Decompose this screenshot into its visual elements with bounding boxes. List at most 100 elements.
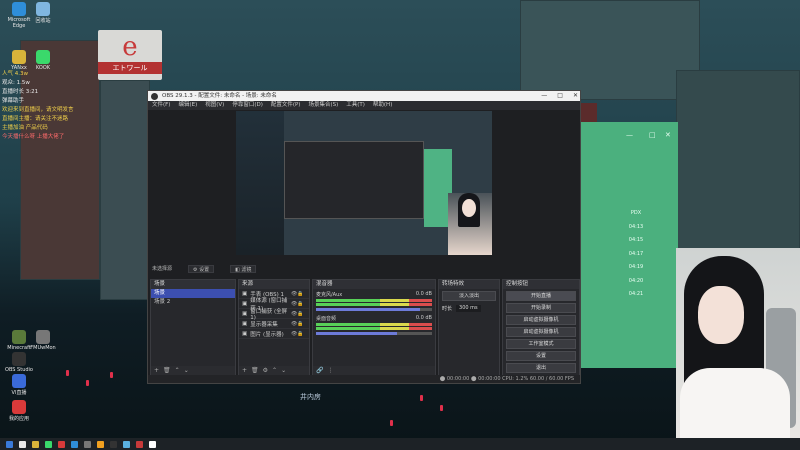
green-side-panel: — □ ✕ PDX 04:13 04:15 04:17 04:19 04:20 04:21 <box>581 122 678 368</box>
volume-meter <box>316 299 432 302</box>
sources-header: 来源 <box>239 280 309 289</box>
duration-input[interactable]: 300 ms <box>456 305 481 312</box>
eye-icon[interactable]: 👁🔒 <box>291 291 309 297</box>
menu-item[interactable]: 停靠窗口(D) <box>232 101 263 110</box>
app-icon <box>12 400 26 414</box>
maximize-icon[interactable]: □ <box>557 91 563 101</box>
channel-db: 0.0 dB <box>415 291 432 297</box>
desktop-icon-label: OBS Studio <box>5 367 33 373</box>
webcam-overlay <box>676 248 800 438</box>
add-icon[interactable]: + <box>154 367 163 374</box>
scenes-dock: 场景 场景 场景 2 +🗑⌃⌄ <box>150 279 236 377</box>
chat-message: 直播间主播：请关注不迷路 <box>2 116 69 122</box>
maximize-icon[interactable]: □ <box>649 131 656 139</box>
up-icon[interactable]: ⌃ <box>272 367 281 374</box>
control-button[interactable]: 启动虚拟摄像机 <box>506 315 576 325</box>
mixer-channel: 桌面音频 0.0 dB <box>313 313 435 337</box>
obs-preview[interactable] <box>236 111 492 255</box>
duration-label: 时长 <box>442 306 453 312</box>
channel-db: 0.0 dB <box>415 315 432 321</box>
gear-icon[interactable]: ⚙ <box>263 367 272 374</box>
menu-item[interactable]: 视图(V) <box>205 101 224 110</box>
mixer-channel: 麦克风/Aux 0.0 dB <box>313 289 435 313</box>
control-button[interactable]: 开始录制 <box>506 303 576 313</box>
control-button[interactable]: 设置 <box>506 351 576 361</box>
delete-icon[interactable]: 🗑 <box>251 367 263 374</box>
taskbar-app-icon[interactable] <box>149 440 156 448</box>
minimize-icon[interactable]: — <box>626 131 633 139</box>
taskbar-app-icon[interactable] <box>71 440 78 448</box>
desktop-icon-label: 回收站 <box>35 18 51 24</box>
taskbar-app-icon[interactable] <box>123 440 130 448</box>
source-item[interactable]: ▣ 图片 (显示器) 👁🔒 <box>239 329 309 339</box>
webcam-body <box>680 368 790 438</box>
mixer-header: 混音器 <box>313 280 435 289</box>
desktop-icon[interactable]: 回收站 <box>26 2 60 24</box>
link-icon[interactable]: 🔗 <box>316 367 327 374</box>
desktop-icon-label: VI直播 <box>11 390 27 396</box>
desktop-icon[interactable]: 我的应用 <box>2 400 36 422</box>
source-item[interactable]: ▣ 窗口捕获 (全屏 1) 👁🔒 <box>239 309 309 321</box>
eye-icon[interactable]: 👁🔒 <box>291 331 309 337</box>
volume-slider[interactable] <box>316 308 432 311</box>
neon-light <box>390 420 393 426</box>
desktop-icon[interactable]: KOOK <box>26 50 60 71</box>
source-item[interactable]: ▣ 显示器采集 👁🔒 <box>239 319 309 329</box>
close-icon[interactable]: ✕ <box>573 91 578 101</box>
app-icon <box>12 2 26 16</box>
menu-item[interactable]: 编辑(E) <box>178 101 197 110</box>
eye-icon[interactable]: 👁🔒 <box>291 301 309 307</box>
eye-icon[interactable]: 👁🔒 <box>291 321 309 327</box>
transition-select[interactable]: 淡入淡出 <box>442 291 496 301</box>
control-button[interactable]: 工作室模式 <box>506 339 576 349</box>
control-button[interactable]: 退出 <box>506 363 576 373</box>
down-icon[interactable]: ⌄ <box>184 367 193 374</box>
taskbar-app-icon[interactable] <box>97 440 104 448</box>
more-icon[interactable]: ⋮ <box>327 367 337 374</box>
taskbar-app-icon[interactable] <box>84 440 91 448</box>
webcam-face <box>698 286 744 344</box>
desktop-icon[interactable]: FMUwMon <box>26 330 60 351</box>
desktop-icon[interactable]: VI直播 <box>2 374 36 396</box>
menu-item[interactable]: 帮助(H) <box>373 101 392 110</box>
chat-message: 主播加油 产品代码 <box>2 125 48 131</box>
preview-nested-obs <box>284 141 424 219</box>
panel-row: 04:20 <box>628 277 644 284</box>
taskbar-app-icon[interactable] <box>45 440 52 448</box>
wallpaper-building-right <box>520 0 700 100</box>
menu-item[interactable]: 文件(F) <box>152 101 170 110</box>
menu-item[interactable]: 场景集合(S) <box>308 101 338 110</box>
filters-button[interactable]: ◧ 滤镜 <box>230 265 257 273</box>
delete-icon[interactable]: 🗑 <box>163 367 175 374</box>
scene-item[interactable]: 场景 2 <box>151 298 235 307</box>
app-icon <box>36 2 50 16</box>
control-button[interactable]: 启动虚拟摄像机 <box>506 327 576 337</box>
minimize-icon[interactable]: — <box>541 91 547 101</box>
volume-slider[interactable] <box>316 332 432 335</box>
down-icon[interactable]: ⌄ <box>281 367 290 374</box>
sources-dock: 来源 ▣ 手表 (OBS) 1 👁🔒 ▣ 媒体源 (窗口捕获 1) 👁🔒 ▣ 窗口捕获 (全屏… <box>238 279 310 377</box>
app-icon <box>36 50 50 64</box>
taskbar-app-icon[interactable] <box>110 440 117 448</box>
eye-icon[interactable]: 👁🔒 <box>291 311 309 317</box>
volume-meter <box>316 323 432 326</box>
controls-dock: 控制按钮 开始直播 开始录制 启动虚拟摄像机 启动虚拟摄像机 工作室模式 设置 退出 <box>502 279 580 377</box>
desktop-icon[interactable]: OBS Studio <box>2 352 36 373</box>
taskbar-app-icon[interactable] <box>6 440 13 448</box>
obs-titlebar[interactable]: OBS 29.1.3 - 配置文件: 未命名 - 场景: 未命名 — □ ✕ <box>148 91 580 101</box>
scene-item[interactable]: 场景 <box>151 289 235 298</box>
up-icon[interactable]: ⌃ <box>175 367 184 374</box>
obs-window: OBS 29.1.3 - 配置文件: 未命名 - 场景: 未命名 — □ ✕ 文… <box>147 90 581 384</box>
taskbar-app-icon[interactable] <box>19 440 26 448</box>
taskbar-app-icon[interactable] <box>32 440 39 448</box>
menu-item[interactable]: 工具(T) <box>346 101 365 110</box>
taskbar-app-icon[interactable] <box>136 440 143 448</box>
taskbar-app-icon[interactable] <box>58 440 65 448</box>
menu-item[interactable]: 配置文件(P) <box>271 101 301 110</box>
close-icon[interactable]: ✕ <box>665 131 671 139</box>
settings-button[interactable]: ⚙ 设置 <box>188 265 215 273</box>
add-icon[interactable]: + <box>242 367 251 374</box>
chat-message: 今天播什么呀 上播大佬了 <box>2 134 65 140</box>
mixer-dock: 混音器 麦克风/Aux 0.0 dB 桌面音频 0.0 dB 🔗⋮ <box>312 279 436 377</box>
control-button[interactable]: 开始直播 <box>506 291 576 301</box>
